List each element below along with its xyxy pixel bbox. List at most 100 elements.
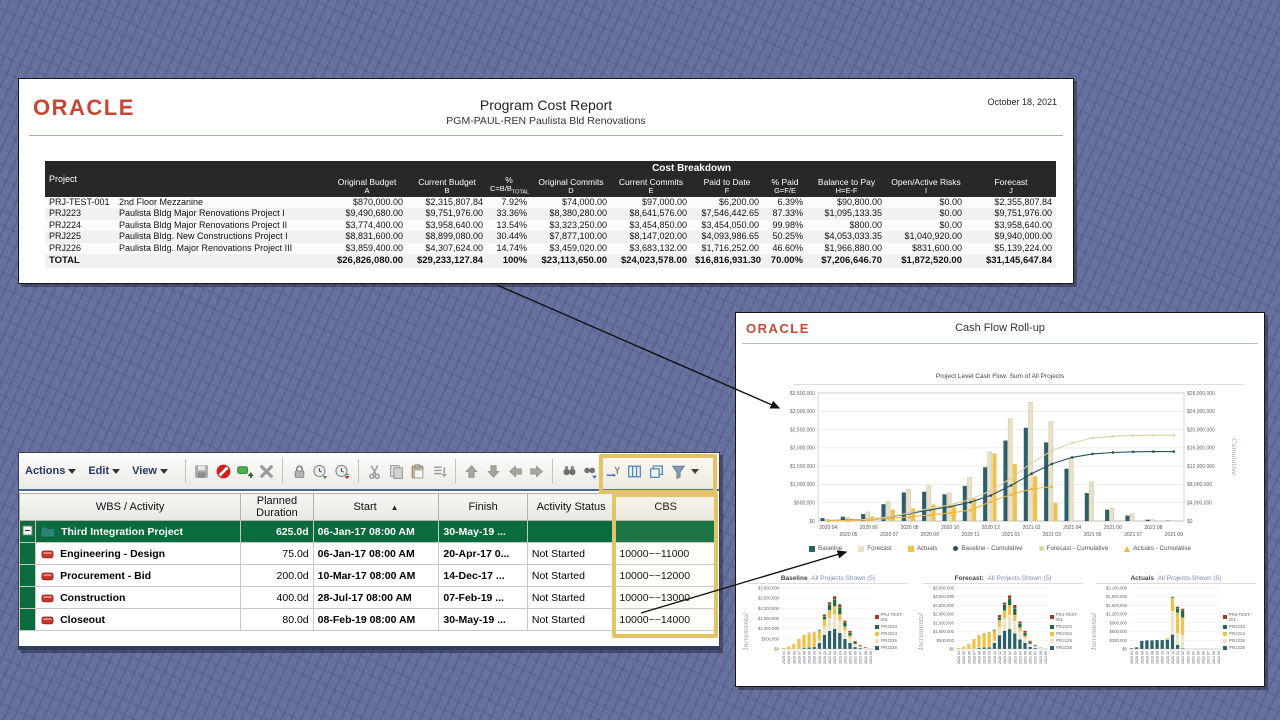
svg-text:2021 07: 2021 07 [1034,651,1038,664]
activity-name-cell: Engineering - Design [36,543,241,565]
activity-row[interactable]: Procurement - Bid200.0d10-Mar-17 08:00 A… [20,565,717,587]
legend-swatch [1050,632,1054,636]
actuals-mini-chart: Actuals All Projects Shown (5) Increment… [1090,575,1262,681]
toolbar-separator [455,459,456,483]
cost-cell: 87.33% [763,208,807,220]
cost-cell: $9,940,000.00 [966,231,1056,243]
program-cost-report-panel: ORACLE Program Cost Report PGM-PAUL-REN … [18,78,1074,284]
cost-cell: $3,859,400.00 [327,243,407,255]
add-icon[interactable] [235,461,255,481]
paste-icon[interactable] [408,461,428,481]
column-header-wbs-activity[interactable]: WBS / Activity [20,494,241,521]
level-icon[interactable] [332,461,352,481]
svg-text:$0: $0 [809,519,815,525]
svg-text:2021 08: 2021 08 [1144,525,1162,531]
svg-text:2020 12: 2020 12 [982,525,1000,531]
move-down-icon[interactable] [484,461,504,481]
svg-text:$1,500,000: $1,500,000 [933,620,955,625]
collapse-icon[interactable] [22,525,33,536]
main-chart-legend: BaselineForecastActualsBaseline - Cumula… [736,545,1264,552]
svg-text:$0: $0 [949,647,954,652]
renumber-icon[interactable] [430,461,450,481]
svg-text:$12,000,000: $12,000,000 [1187,464,1215,470]
menu-view[interactable]: View [132,465,168,477]
mini-title: Baseline [781,575,808,582]
activity-row[interactable]: Construction400.0d28-Jul-17 08:00 AM07-F… [20,587,717,609]
legend-item: Actuals [908,545,938,552]
column-header: % PaidG=F/E [763,176,807,197]
group-header: Cost Breakdown [327,161,1056,176]
total-cell: $1,872,520.00 [886,254,966,268]
column-header: %C=B/BTOTAL [487,176,531,197]
activity-row[interactable]: Engineering - Design75.0d06-Jan-17 08:00… [20,543,717,565]
incremental-axis-label: Incremental [917,585,926,677]
column-header-activity-status[interactable]: Activity Status [527,494,615,521]
menu-actions[interactable]: Actions [25,465,76,477]
move-right-icon[interactable] [527,461,547,481]
cost-cell: $8,380,280.00 [531,208,611,220]
legend-item: PRJ225 [1223,638,1255,643]
start-cell: 28-Jul-17 08:00 AM [313,587,439,609]
chevron-down-icon[interactable] [691,469,699,474]
move-up-icon[interactable] [462,461,482,481]
finish-cell: 20-Apr-17 0... [439,543,528,565]
column-header-start[interactable]: Start▲ [313,494,439,521]
cost-cell: 7.92% [487,197,531,209]
activity-icon [40,592,55,604]
svg-text:2021 08: 2021 08 [864,651,868,664]
column-header-planned-duration[interactable]: Planned Duration [241,494,313,521]
svg-text:2021 07: 2021 07 [1124,532,1142,538]
menu-edit[interactable]: Edit [88,465,120,477]
cost-cell: $3,958,640.00 [407,220,487,232]
cost-cell: $1,966,880.00 [807,243,886,255]
row-gutter [20,565,36,587]
svg-text:2020 12: 2020 12 [823,651,827,664]
cost-cell: 6.39% [763,197,807,209]
wbs-row[interactable]: Third Integration Project625.0d06-Jan-17… [20,521,717,543]
column-header-cbs[interactable]: CBS [615,494,717,521]
filter-icon[interactable] [668,461,688,481]
cut-icon[interactable] [365,461,385,481]
find-next-icon[interactable] [581,461,601,481]
cost-cell: Paulista Bldg Major Renovations Project … [115,208,327,220]
lock-icon[interactable] [289,461,309,481]
svg-text:2021 07: 2021 07 [1207,651,1211,664]
cost-cell: $3,774,400.00 [327,220,407,232]
legend-item: Forecast [858,545,892,552]
svg-text:$4,000,000: $4,000,000 [1187,501,1212,507]
header-rule [742,343,1258,344]
cost-cell: $90,800.00 [807,197,886,209]
copy-icon[interactable] [386,461,406,481]
columns-icon[interactable] [624,461,644,481]
total-cell: 100% [487,254,531,268]
svg-text:$2,500,000: $2,500,000 [790,427,815,433]
svg-text:2020 09: 2020 09 [983,651,987,664]
svg-text:2020 06: 2020 06 [967,651,971,664]
column-header-finish[interactable]: Finish [439,494,528,521]
activity-row[interactable]: Closeout80.0d08-Feb-19 08:00 AM30-May-19… [20,609,717,631]
cbs-cell: 10000~~12000 [615,565,717,587]
delete-icon[interactable] [257,461,277,481]
schedule-icon[interactable] [311,461,331,481]
cost-cell: $3,454,050.00 [691,220,763,232]
cost-cell: 2nd Floor Mezzanine [115,197,327,209]
move-left-icon[interactable] [505,461,525,481]
cost-cell: $1,716,252.00 [691,243,763,255]
svg-text:$1,000,000: $1,000,000 [933,629,955,634]
cost-cell: PRJ226 [45,243,115,255]
find-icon[interactable] [559,461,579,481]
save-icon[interactable] [192,461,212,481]
legend-swatch [1050,615,1054,619]
cost-cell: $3,459,020.00 [531,243,611,255]
no-entry-icon[interactable] [214,461,234,481]
svg-text:2020 10: 2020 10 [1161,651,1165,664]
svg-text:2021 05: 2021 05 [1083,532,1101,538]
svg-text:2021 05: 2021 05 [1197,651,1201,664]
cost-cell: $4,053,033.35 [807,231,886,243]
start-cell: 06-Jan-17 08:00 AM [313,543,439,565]
mini-title: Forecast: [955,575,984,582]
activity-status-cell [527,521,615,543]
layout-icon[interactable] [646,461,666,481]
cost-cell: 33.36% [487,208,531,220]
replace-icon[interactable] [602,461,622,481]
